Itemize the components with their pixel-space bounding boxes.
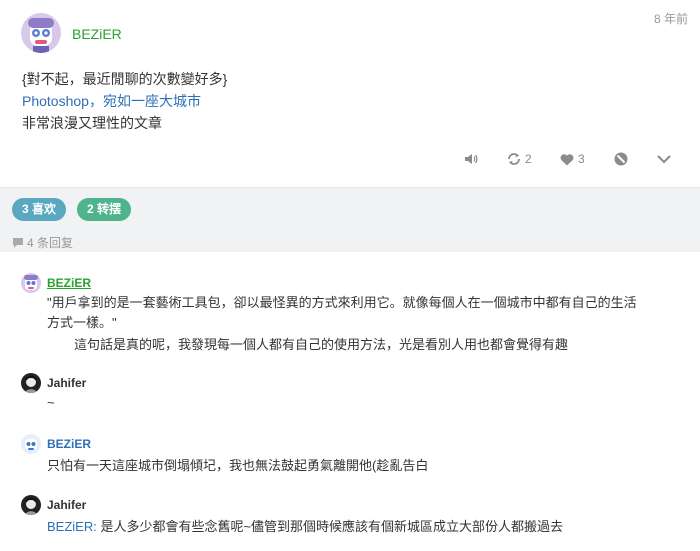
expand-button[interactable] [657,150,671,168]
repost-icon [508,153,520,165]
reply-author[interactable]: Jahifer [47,498,86,512]
comment-icon [13,238,23,248]
block-icon [614,152,628,166]
post-author[interactable]: BEZiER [72,26,122,42]
reply-text-body: 是人多少都會有些念舊呢~儘管到那個時候應該有個新城區成立大部份人都搬過去 [96,519,564,534]
reply-avatar[interactable] [21,373,41,393]
like-count: 3 [578,152,585,166]
repost-button[interactable]: 2 [507,150,532,168]
speaker-button[interactable] [464,150,478,168]
reply-text: ~ [47,395,55,410]
reply-text-line: "用戶拿到的是一套藝術工具包，卻以最怪異的方式來利用它。就像每個人在一個城市中都… [47,295,637,310]
chevron-down-icon [657,155,671,164]
reply-avatar[interactable] [21,273,41,293]
block-button[interactable] [614,150,628,168]
post-line: {對不起，最近閒聊的次數變好多} [22,71,228,87]
reply-author[interactable]: Jahifer [47,376,86,390]
likes-tag[interactable]: 3 喜欢 [12,198,67,221]
reaction-tags: 3 喜欢 2 转摆 [12,198,132,221]
reply-text-line: 方式一樣。" [47,315,117,330]
reply-text: "用戶拿到的是一套藝術工具包，卻以最怪異的方式來利用它。就像每個人在一個城市中都… [47,293,677,355]
reply-author[interactable]: BEZiER [47,437,91,451]
reply-count: 4 条回复 [12,234,73,251]
reply-count-label: 4 条回复 [27,236,74,250]
reply-list: BEZiER "用戶拿到的是一套藝術工具包，卻以最怪異的方式來利用它。就像每個人… [0,252,700,551]
reply-text: 只怕有一天這座城市倒塌傾圮，我也無法鼓起勇氣離開他(趁亂告白 [47,458,429,473]
reply-text: BEZiER: 是人多少都會有些念舊呢~儘管到那個時候應該有個新城區成立大部份人… [47,517,677,537]
speaker-icon [465,154,478,164]
post-body: {對不起，最近閒聊的次數變好多} Photoshop，宛如一座大城市 非常浪漫又… [22,68,227,134]
reply-avatar[interactable] [21,495,41,515]
reposts-tag[interactable]: 2 转摆 [77,198,132,221]
post-link-line[interactable]: Photoshop，宛如一座大城市 [22,90,227,112]
post-card: BEZiER 8 年前 {對不起，最近閒聊的次數變好多} Photoshop，宛… [0,0,700,188]
like-button[interactable]: 3 [560,150,585,168]
heart-icon [560,153,574,165]
post-line: 非常浪漫又理性的文章 [22,115,162,131]
post-timestamp: 8 年前 [653,12,688,26]
repost-count: 2 [525,152,532,166]
reply-text-line: 這句話是真的呢，我發現每一個人都有自己的使用方法，光是看別人用也都會覺得有趣 [74,337,569,352]
post-actions: 2 3 [0,150,700,168]
reply-mention[interactable]: BEZiER: [47,519,97,534]
post-avatar[interactable] [21,13,61,53]
reply-author[interactable]: BEZiER [47,276,91,290]
reply-avatar[interactable] [21,434,41,454]
